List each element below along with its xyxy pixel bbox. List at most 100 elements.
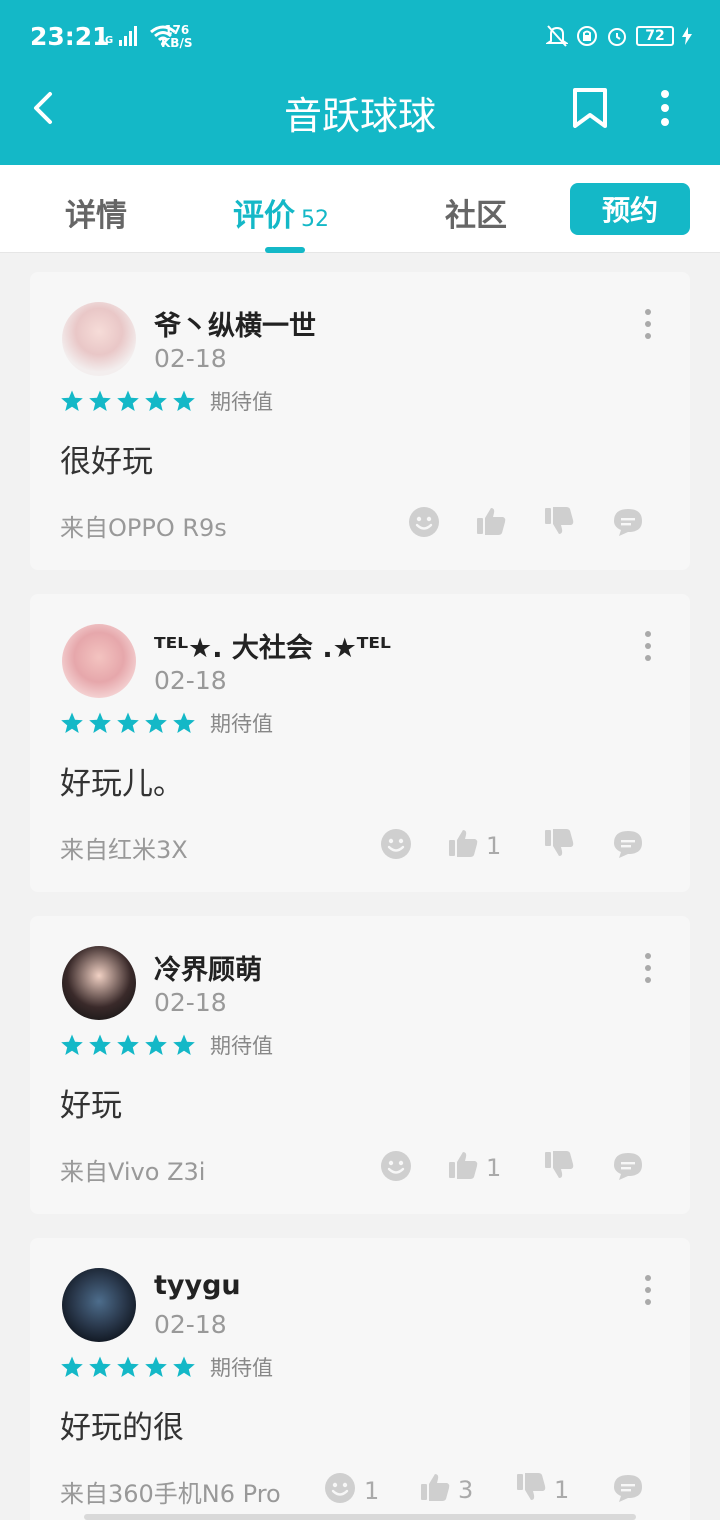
tab-community[interactable]: 社区: [445, 190, 507, 235]
app-header: 23:21 4G 176 KB/S 72 音跃球球: [0, 0, 720, 165]
star-icon: [61, 1034, 83, 1055]
like-button[interactable]: 1: [448, 1150, 501, 1186]
status-icons: 72: [546, 24, 692, 48]
review-source: 来自OPPO R9s: [60, 514, 227, 542]
tab-reviews-label: 评价: [233, 198, 295, 234]
rating-label: 期待值: [210, 390, 273, 414]
review-card: ᵀᴱᴸ★. 大社会 .★ᵀᴱᴸ 02-18 期待值 好玩儿。 来自红米3X 1: [30, 594, 690, 892]
dislike-count: 1: [554, 1476, 570, 1504]
user-avatar[interactable]: [62, 624, 136, 698]
star-icon: [61, 390, 83, 411]
mute-bell-icon: [546, 25, 568, 47]
review-date: 02-18: [154, 666, 227, 695]
star-icon: [89, 712, 111, 733]
review-menu-icon[interactable]: [638, 952, 658, 984]
star-icon: [173, 1034, 195, 1055]
tab-details[interactable]: 详情: [65, 190, 127, 235]
review-card: 冷界顾萌 02-18 期待值 好玩 来自Vivo Z3i 1: [30, 916, 690, 1214]
review-menu-icon[interactable]: [638, 1274, 658, 1306]
emoji-reaction-button[interactable]: [408, 506, 448, 544]
more-options-icon[interactable]: [650, 88, 680, 128]
rating-label: 期待值: [210, 712, 273, 736]
rating-stars: [60, 389, 196, 413]
star-icon: [117, 1356, 139, 1377]
star-icon: [145, 390, 167, 411]
tab-reviews[interactable]: 评价 52: [233, 190, 329, 235]
review-date: 02-18: [154, 1310, 227, 1339]
reviewer-name[interactable]: ᵀᴱᴸ★. 大社会 .★ᵀᴱᴸ: [154, 626, 391, 665]
rating-row: 期待值: [60, 708, 273, 738]
star-icon: [117, 1034, 139, 1055]
page-title: 音跃球球: [283, 94, 436, 138]
star-icon: [145, 1034, 167, 1055]
active-tab-indicator: [265, 247, 305, 253]
review-source: 来自Vivo Z3i: [60, 1158, 206, 1186]
horizontal-scrollbar[interactable]: [84, 1514, 636, 1520]
comment-button[interactable]: [612, 828, 644, 866]
smiley-icon: [408, 506, 440, 544]
comment-button[interactable]: [612, 1472, 644, 1510]
star-icon: [117, 712, 139, 733]
reviewer-name[interactable]: 爷丶纵横一世: [154, 304, 316, 343]
dislike-button[interactable]: [544, 828, 582, 864]
star-icon: [89, 1356, 111, 1377]
emoji-reaction-button[interactable]: [380, 828, 420, 866]
dislike-button[interactable]: [544, 1150, 582, 1186]
star-icon: [173, 390, 195, 411]
emoji-reaction-button[interactable]: 1: [324, 1472, 379, 1510]
thumbs-up-icon: [476, 506, 506, 542]
like-button[interactable]: 3: [420, 1472, 473, 1508]
review-menu-icon[interactable]: [638, 308, 658, 340]
review-content: 很好玩: [60, 444, 153, 480]
thumbs-up-icon: [420, 1472, 450, 1508]
thumbs-down-icon: [544, 1150, 574, 1186]
reviewer-name[interactable]: tyygu: [154, 1270, 241, 1301]
like-button[interactable]: [476, 506, 514, 542]
reviewer-name[interactable]: 冷界顾萌: [154, 948, 262, 987]
rating-stars: [60, 1033, 196, 1057]
smiley-icon: [380, 828, 412, 866]
smiley-icon: [324, 1472, 356, 1510]
star-icon: [173, 1356, 195, 1377]
star-icon: [61, 712, 83, 733]
bookmark-icon[interactable]: [571, 88, 609, 128]
emoji-reaction-button[interactable]: [380, 1150, 420, 1188]
signal-icon: [119, 26, 138, 46]
smiley-icon: [380, 1150, 412, 1188]
review-count: 52: [301, 207, 329, 232]
star-icon: [89, 1034, 111, 1055]
comment-icon: [612, 506, 644, 544]
rating-stars: [60, 711, 196, 735]
review-menu-icon[interactable]: [638, 630, 658, 662]
star-icon: [117, 390, 139, 411]
comment-button[interactable]: [612, 506, 644, 544]
star-icon: [145, 712, 167, 733]
user-avatar[interactable]: [62, 946, 136, 1020]
review-source: 来自红米3X: [60, 836, 188, 864]
dislike-button[interactable]: [544, 506, 582, 542]
thumbs-down-icon: [544, 828, 574, 864]
network-speed: 176 KB/S: [161, 23, 193, 50]
dislike-button[interactable]: 1: [516, 1472, 569, 1508]
review-content: 好玩的很: [60, 1410, 184, 1446]
star-icon: [145, 1356, 167, 1377]
user-avatar[interactable]: [62, 1268, 136, 1342]
user-avatar[interactable]: [62, 302, 136, 376]
lock-rotation-icon: [577, 26, 597, 46]
review-date: 02-18: [154, 344, 227, 373]
review-card: tyygu 02-18 期待值 好玩的很 来自360手机N6 Pro 1 3 1: [30, 1238, 690, 1520]
comment-icon: [612, 1150, 644, 1188]
status-bar: 23:21 4G 176 KB/S 72: [0, 0, 720, 72]
network-type: 4G: [98, 35, 114, 46]
tab-bar: 详情 评价 52 社区 预约: [0, 165, 720, 253]
star-icon: [173, 712, 195, 733]
thumbs-down-icon: [516, 1472, 546, 1508]
like-button[interactable]: 1: [448, 828, 501, 864]
like-count: 1: [486, 832, 502, 860]
emoji-count: 1: [364, 1477, 380, 1505]
review-content: 好玩儿。: [60, 766, 184, 802]
reserve-button[interactable]: 预约: [570, 183, 690, 235]
comment-button[interactable]: [612, 1150, 644, 1188]
nav-bar: 音跃球球: [0, 72, 720, 165]
thumbs-up-icon: [448, 1150, 478, 1186]
